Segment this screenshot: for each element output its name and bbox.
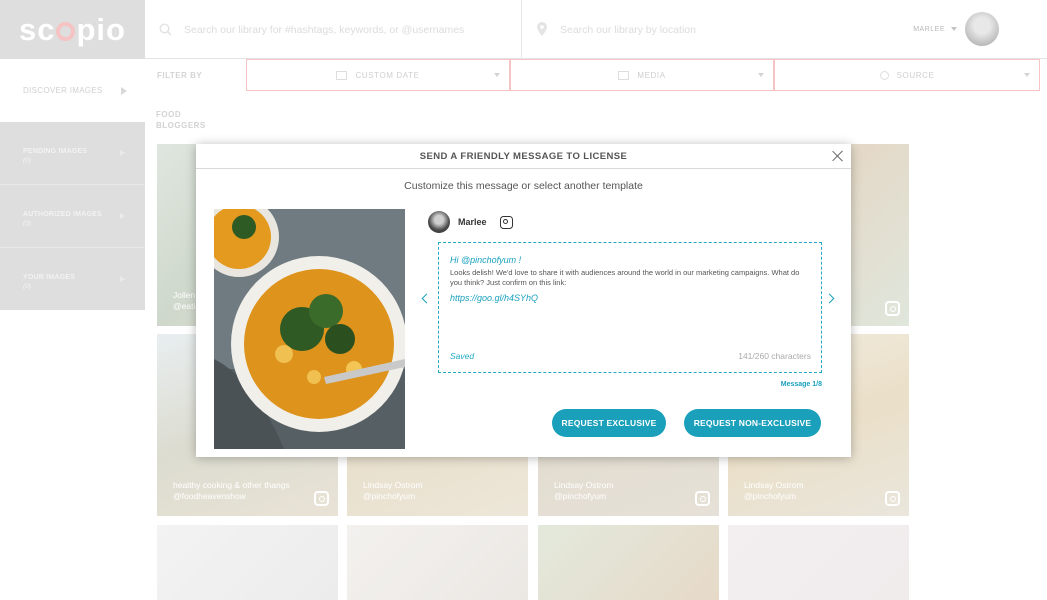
sidebar-item-authorized[interactable]: AUTHORIZED IMAGES (0) bbox=[0, 185, 145, 248]
media-icon bbox=[618, 70, 630, 80]
modal-title: SEND A FRIENDLY MESSAGE TO LICENSE bbox=[419, 150, 628, 162]
chevron-right-icon bbox=[121, 86, 127, 95]
sidebar-item-label: PENDING IMAGES bbox=[23, 148, 88, 155]
food-photo bbox=[214, 209, 405, 449]
sender-info: Marlee bbox=[428, 211, 513, 233]
sidebar-item-label: DISCOVER IMAGES bbox=[23, 86, 103, 95]
tile-caption: Lindsay Ostrom @pinchofyum bbox=[744, 480, 804, 501]
location-search bbox=[522, 0, 861, 59]
chevron-right-icon bbox=[120, 150, 125, 156]
hashtag-search-input[interactable] bbox=[184, 23, 484, 36]
chevron-right-icon bbox=[120, 213, 125, 219]
request-non-exclusive-button[interactable]: REQUEST NON-EXCLUSIVE bbox=[684, 409, 821, 437]
instagram-icon bbox=[314, 491, 329, 506]
user-name: MARLEE bbox=[913, 25, 945, 33]
soup-image bbox=[214, 209, 405, 449]
scopio-logo[interactable]: sc pio bbox=[0, 0, 145, 59]
chevron-left-icon[interactable] bbox=[420, 292, 430, 306]
media-filter[interactable]: MEDIA bbox=[510, 59, 774, 91]
sidebar-item-label: AUTHORIZED IMAGES bbox=[23, 211, 102, 218]
instagram-icon bbox=[885, 301, 900, 316]
sidebar-item-count: (0) bbox=[23, 220, 31, 227]
sidebar-item-count: (0) bbox=[23, 283, 31, 290]
location-pin-icon bbox=[537, 22, 547, 36]
instagram-icon bbox=[885, 491, 900, 506]
character-count: 141/260 characters bbox=[738, 351, 811, 361]
source-label: SOURCE bbox=[896, 70, 935, 80]
calendar-icon bbox=[336, 70, 348, 80]
chevron-down-icon bbox=[951, 27, 957, 31]
message-index: Message 1/8 bbox=[780, 381, 822, 388]
message-body: Looks delish! We'd love to share it with… bbox=[450, 268, 800, 287]
chevron-right-icon bbox=[120, 276, 125, 282]
sidebar-item-count: (0) bbox=[23, 157, 31, 164]
sidebar-item-discover[interactable]: DISCOVER IMAGES bbox=[0, 59, 145, 122]
license-message-modal: SEND A FRIENDLY MESSAGE TO LICENSE Custo… bbox=[196, 144, 851, 457]
message-link[interactable]: https://goo.gl/h4SYhQ bbox=[450, 293, 810, 303]
sidebar-item-your-images[interactable]: YOUR IMAGES (0) bbox=[0, 248, 145, 311]
user-avatar[interactable] bbox=[965, 12, 999, 46]
modal-subtitle: Customize this message or select another… bbox=[404, 180, 643, 192]
top-bar: scpio MARLEE bbox=[0, 0, 1047, 59]
image-tile[interactable] bbox=[157, 525, 338, 600]
logo-text-left: sc bbox=[19, 11, 56, 47]
image-tile[interactable] bbox=[347, 525, 528, 600]
chevron-right-icon[interactable] bbox=[826, 292, 836, 306]
search-icon bbox=[159, 23, 172, 36]
message-greeting: Hi @pinchofyum ! bbox=[450, 255, 522, 265]
source-icon bbox=[879, 70, 889, 80]
save-status: Saved bbox=[450, 351, 475, 361]
sender-avatar bbox=[428, 211, 450, 233]
location-search-input[interactable] bbox=[560, 23, 860, 36]
filter-by-label: FILTER BY bbox=[157, 71, 203, 80]
instagram-icon bbox=[695, 491, 710, 506]
chevron-down-icon bbox=[1024, 73, 1030, 77]
modal-header: SEND A FRIENDLY MESSAGE TO LICENSE bbox=[196, 144, 851, 169]
user-menu[interactable]: MARLEE bbox=[861, 0, 1047, 58]
media-label: MEDIA bbox=[637, 70, 666, 80]
instagram-icon bbox=[499, 215, 513, 229]
chevron-down-icon bbox=[494, 73, 500, 77]
tile-caption: Lindsay Ostrom @pinchofyum bbox=[363, 480, 423, 501]
close-icon[interactable] bbox=[830, 148, 846, 164]
sidebar-item-pending[interactable]: PENDING IMAGES (0) bbox=[0, 122, 145, 185]
sidebar: PENDING IMAGES (0) AUTHORIZED IMAGES (0)… bbox=[0, 122, 145, 310]
breadcrumb: FOOD BLOGGERS bbox=[156, 110, 206, 130]
request-exclusive-button[interactable]: REQUEST EXCLUSIVE bbox=[552, 409, 666, 437]
hashtag-search bbox=[145, 0, 522, 59]
image-tile[interactable] bbox=[728, 525, 909, 600]
source-filter[interactable]: SOURCE bbox=[774, 59, 1040, 91]
message-editor[interactable]: Hi @pinchofyum ! Looks delish! We'd love… bbox=[438, 242, 822, 373]
sender-name: Marlee bbox=[458, 217, 487, 227]
logo-text-right: pio bbox=[76, 11, 126, 47]
sidebar-item-label: YOUR IMAGES bbox=[23, 274, 75, 281]
logo-o-icon bbox=[56, 22, 76, 41]
tile-caption: Lindsay Ostrom @pinchofyum bbox=[554, 480, 614, 501]
chevron-down-icon bbox=[758, 73, 764, 77]
tile-caption: healthy cooking & other thangs @foodheave… bbox=[173, 480, 290, 501]
custom-date-filter[interactable]: CUSTOM DATE bbox=[246, 59, 510, 91]
custom-date-label: CUSTOM DATE bbox=[355, 70, 420, 80]
image-tile[interactable] bbox=[538, 525, 719, 600]
tile-caption: Jollen @eati bbox=[173, 290, 196, 311]
